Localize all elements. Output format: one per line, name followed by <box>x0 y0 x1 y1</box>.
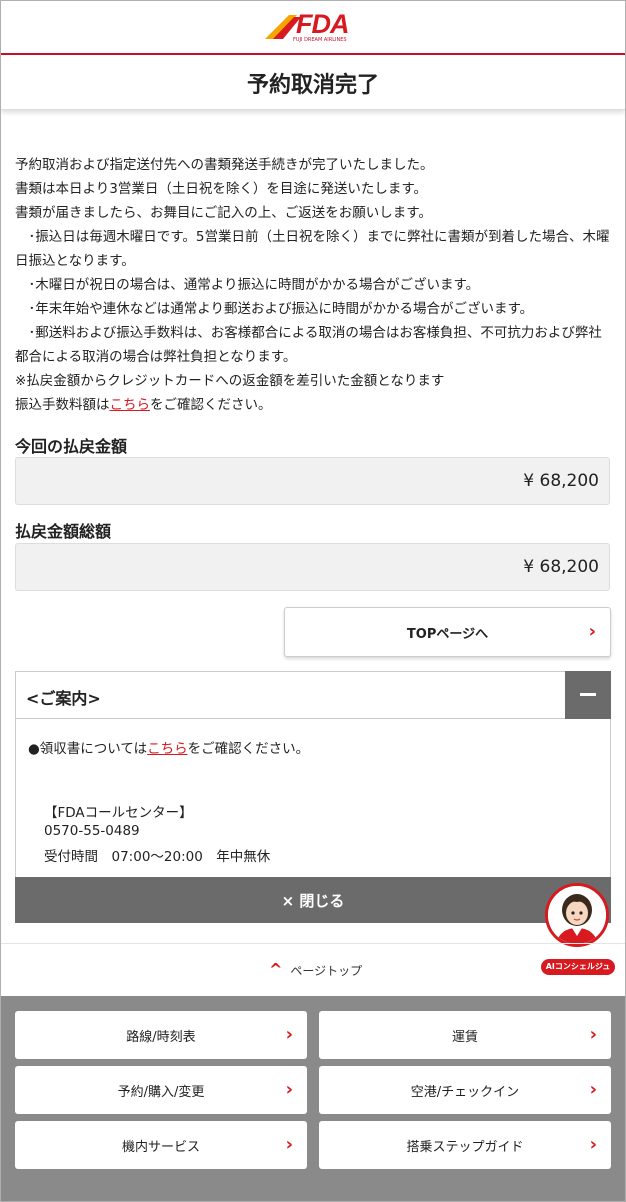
page-top-link[interactable]: ^ ページトップ <box>1 943 625 994</box>
minus-icon <box>580 693 596 696</box>
collapse-button[interactable] <box>565 671 611 719</box>
chevron-right-icon: › <box>285 1079 293 1100</box>
guide-content: ●領収書についてはこちらをご確認ください。 【FDAコールセンター】 0570-… <box>15 719 611 879</box>
completion-message: 予約取消および指定送付先への書類発送手続きが完了いたしました。 書類は本日より3… <box>15 153 613 417</box>
message-line: ･年末年始や連休などは通常より郵送および振込に時間がかかる場合がございます。 <box>15 301 534 317</box>
guide-accordion-header[interactable]: <ご案内> <box>15 671 611 719</box>
call-center-phone[interactable]: 0570-55-0489 <box>44 823 140 839</box>
concierge-avatar-icon <box>548 886 606 944</box>
refund-amount-value: ¥ 68,200 <box>523 471 599 491</box>
logo-text: FDA <box>296 9 349 39</box>
message-line: ･振込日は毎週木曜日です。5営業日前（土日祝を除く）までに弊社に書類が到着した場… <box>15 229 610 269</box>
logo-subtitle: FUJI DREAM AIRLINES <box>293 37 347 43</box>
footer-button-label: 搭乗ステップガイド <box>406 1140 524 1155</box>
receipt-link-text[interactable]: こちら <box>147 741 188 757</box>
footer-button-label: 予約/購入/変更 <box>117 1085 205 1100</box>
chevron-right-icon: › <box>589 1079 597 1100</box>
fda-logo[interactable]: FDA FUJI DREAM AIRLINES <box>263 9 363 45</box>
footer-inflight-service-button[interactable]: 機内サービス › <box>15 1121 307 1169</box>
message-line: ※払戻金額からクレジットカードへの返金額を差引いた金額となります <box>15 373 445 389</box>
close-guide-button[interactable]: × 閉じる <box>15 877 611 923</box>
footer-airport-checkin-button[interactable]: 空港/チェックイン › <box>319 1066 611 1114</box>
footer-booking-button[interactable]: 予約/購入/変更 › <box>15 1066 307 1114</box>
message-line: ･木曜日が祝日の場合は、通常より振込に時間がかかる場合がございます。 <box>15 277 480 293</box>
footer-button-label: 空港/チェックイン <box>410 1085 520 1100</box>
close-guide-label: × 閉じる <box>281 892 345 910</box>
message-line: ･郵送料および振込手数料は、お客様都合による取消の場合はお客様負担、不可抗力およ… <box>15 325 602 365</box>
footer-route-timetable-button[interactable]: 路線/時刻表 › <box>15 1011 307 1059</box>
footer-button-label: 運賃 <box>451 1030 478 1045</box>
concierge-avatar <box>545 883 609 947</box>
refund-amount-field: ¥ 68,200 <box>15 457 610 505</box>
title-bar: 予約取消完了 <box>1 55 625 110</box>
page-top-label: ページトップ <box>290 964 363 978</box>
top-page-button[interactable]: TOPページへ › <box>284 607 611 657</box>
fee-note-text-end: をご確認ください。 <box>150 397 272 413</box>
receipt-note-text: ●領収書については <box>28 741 148 757</box>
refund-total-value: ¥ 68,200 <box>523 557 599 577</box>
receipt-note-text-end: をご確認ください。 <box>187 741 310 757</box>
refund-total-field: ¥ 68,200 <box>15 543 610 591</box>
chevron-right-icon: › <box>589 1134 597 1155</box>
refund-amount-label: 今回の払戻金額 <box>15 437 128 456</box>
fee-note: 振込手数料額はこちらをご確認ください。 <box>15 393 613 417</box>
receipt-note: ●領収書についてはこちらをご確認ください。 <box>28 737 309 757</box>
chevron-up-icon: ^ <box>269 960 283 979</box>
guide-title: <ご案内> <box>26 689 101 708</box>
page-title: 予約取消完了 <box>246 73 379 98</box>
chevron-right-icon: › <box>588 621 596 642</box>
fee-link[interactable]: こちら <box>110 397 151 413</box>
header: FDA FUJI DREAM AIRLINES <box>1 1 625 55</box>
footer-button-label: 路線/時刻表 <box>126 1030 196 1045</box>
call-center-hours: 受付時間 07:00〜20:00 年中無休 <box>44 849 271 865</box>
message-line: 予約取消および指定送付先への書類発送手続きが完了いたしました。 <box>15 157 434 173</box>
fee-note-text: 振込手数料額は <box>15 397 110 413</box>
top-page-button-label: TOPページへ <box>406 627 489 642</box>
footer-boarding-guide-button[interactable]: 搭乗ステップガイド › <box>319 1121 611 1169</box>
page-top-inner: ^ ページトップ <box>269 960 362 979</box>
chevron-right-icon: › <box>589 1024 597 1045</box>
call-center-title: 【FDAコールセンター】 <box>44 805 193 821</box>
footer-nav: 路線/時刻表 › 運賃 › 予約/購入/変更 › 空港/チェックイン › 機内サ… <box>1 996 625 1201</box>
refund-total-label: 払戻金額総額 <box>15 522 112 541</box>
message-line: 書類は本日より3営業日（土日祝を除く）を目途に発送いたします。 <box>15 181 427 197</box>
footer-fare-button[interactable]: 運賃 › <box>319 1011 611 1059</box>
chevron-right-icon: › <box>285 1024 293 1045</box>
message-line: 書類が届きましたら、お舞目にご記入の上、ご返送をお願いします。 <box>15 205 432 221</box>
app-frame: FDA FUJI DREAM AIRLINES 予約取消完了 予約取消および指定… <box>0 0 626 1202</box>
footer-button-label: 機内サービス <box>121 1140 200 1155</box>
chevron-right-icon: › <box>285 1134 293 1155</box>
